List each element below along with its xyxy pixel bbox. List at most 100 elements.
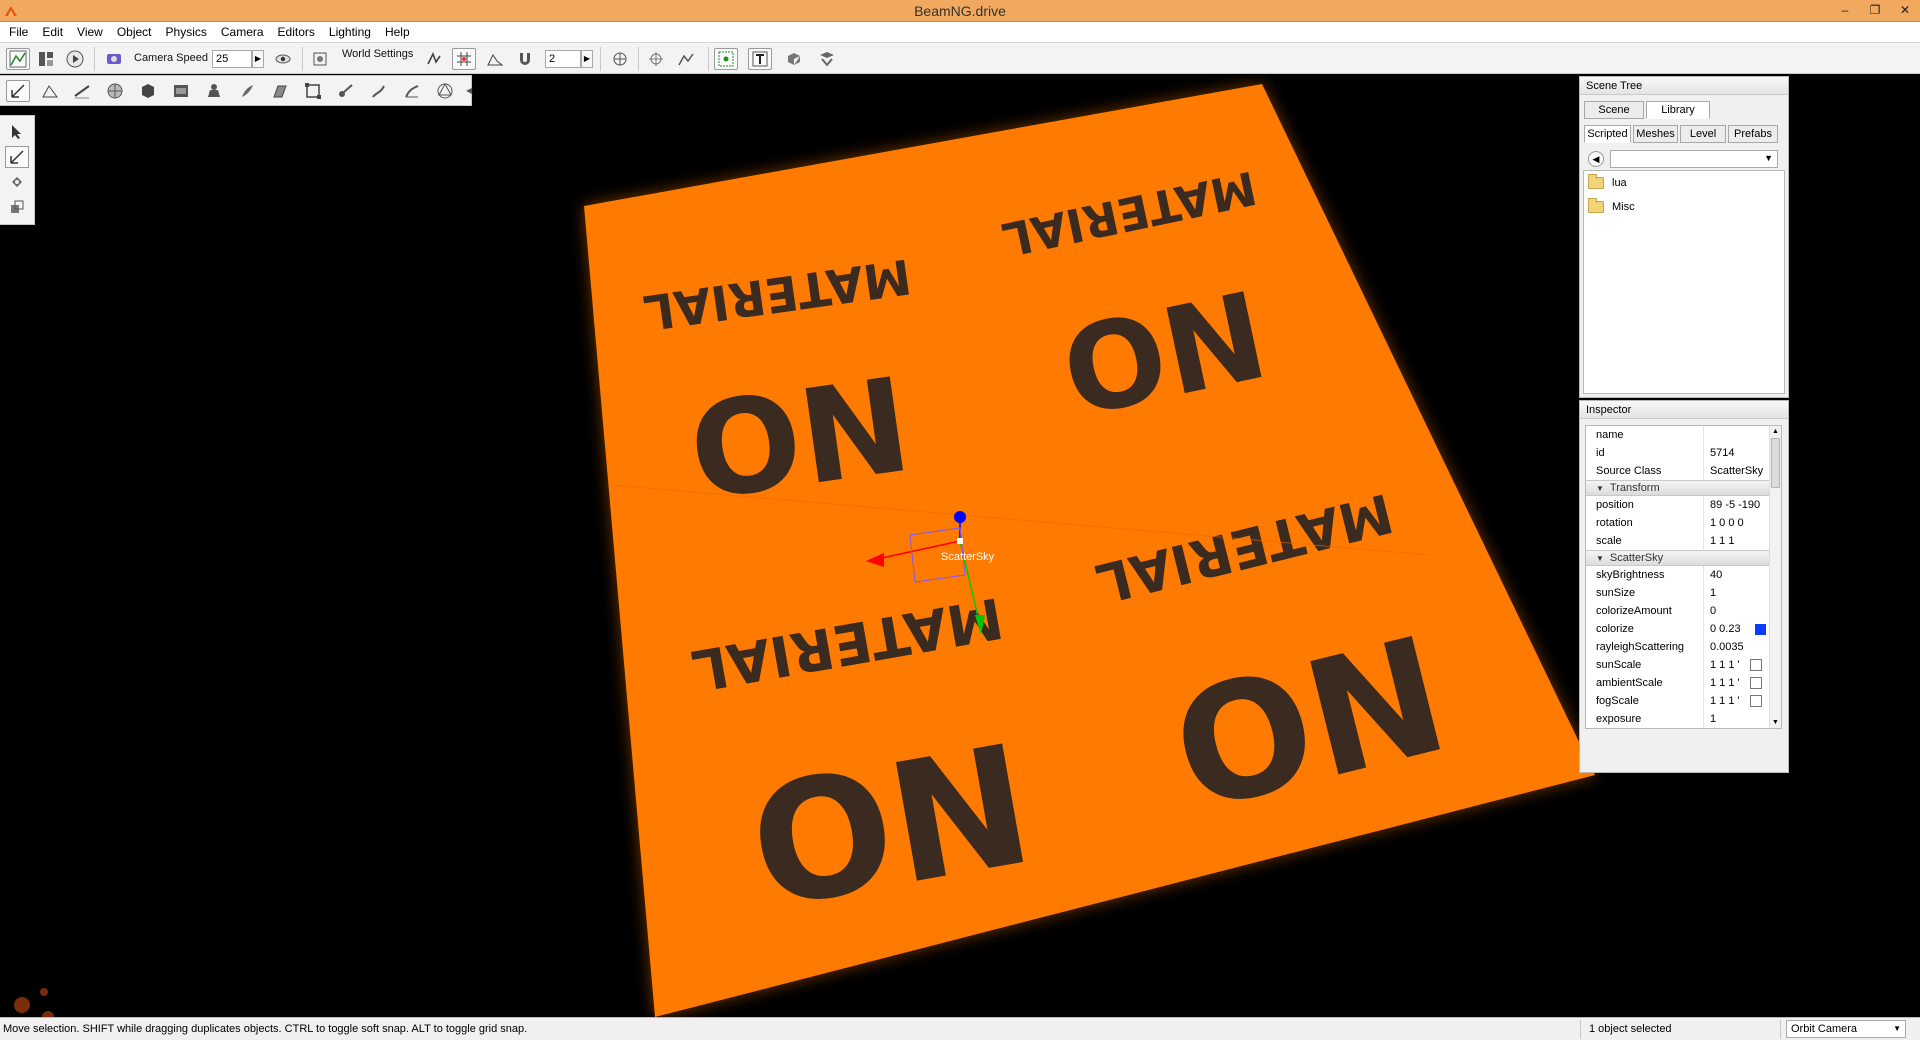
inspector-row[interactable]: ambientScale 1 1 1 ' bbox=[1586, 674, 1781, 692]
camera-mode-value: Orbit Camera bbox=[1791, 1023, 1858, 1035]
chevron-down-icon: ▼ bbox=[1764, 153, 1773, 163]
property-value[interactable]: 1 1 1 ' bbox=[1710, 692, 1740, 710]
camera-speed-arrow-icon[interactable]: ▶ bbox=[252, 50, 264, 68]
no-material-label-tl-bottom: NO bbox=[680, 344, 918, 525]
colorize-swatch[interactable] bbox=[1754, 623, 1766, 635]
status-bar: Move selection. SHIFT while dragging dup… bbox=[0, 1017, 1920, 1040]
gizmo-center[interactable] bbox=[957, 538, 963, 544]
library-path-dropdown[interactable]: ▼ bbox=[1610, 150, 1778, 168]
inspector-row[interactable]: rayleighScattering 0.0035 bbox=[1586, 638, 1781, 656]
inspector-row[interactable]: name bbox=[1586, 426, 1781, 444]
camera-icon[interactable] bbox=[102, 48, 126, 70]
subtab-prefabs[interactable]: Prefabs bbox=[1728, 125, 1778, 143]
inspector-scrollbar[interactable]: ▲ ▼ bbox=[1769, 426, 1781, 728]
subtab-level[interactable]: Level bbox=[1680, 125, 1726, 143]
property-value[interactable]: 0 0.23 bbox=[1710, 620, 1741, 638]
explode-prefab-icon[interactable] bbox=[815, 48, 839, 70]
scrollbar-thumb[interactable] bbox=[1771, 438, 1780, 488]
section-header-transform[interactable]: Transform bbox=[1586, 480, 1781, 496]
property-name: rotation bbox=[1586, 514, 1704, 532]
property-name: sunScale bbox=[1586, 656, 1704, 674]
menu-lighting[interactable]: Lighting bbox=[322, 22, 378, 42]
axis-indicator-icon bbox=[14, 988, 54, 1017]
inspector-title: Inspector bbox=[1580, 401, 1788, 419]
back-arrow-icon[interactable]: ◀ bbox=[1588, 151, 1604, 167]
color-picker-box[interactable] bbox=[1749, 677, 1762, 689]
camera-mode-select[interactable]: ▼ Orbit Camera bbox=[1786, 1020, 1906, 1038]
inspector-row[interactable]: id 5714 bbox=[1586, 444, 1781, 462]
list-item[interactable]: Misc bbox=[1584, 195, 1784, 219]
tab-library[interactable]: Library bbox=[1646, 101, 1710, 119]
inspector-row[interactable]: Source Class ScatterSky bbox=[1586, 462, 1781, 480]
inspector-row[interactable]: rotation 1 0 0 0 bbox=[1586, 514, 1781, 532]
inspector-row[interactable]: colorize 0 0.23 bbox=[1586, 620, 1781, 638]
object-transform-icon[interactable] bbox=[608, 48, 632, 70]
inspector-row[interactable]: scale 1 1 1 bbox=[1586, 532, 1781, 550]
property-value[interactable]: 1 1 1 ' bbox=[1710, 656, 1740, 674]
inspector-row[interactable]: position 89 -5 -190 bbox=[1586, 496, 1781, 514]
inspector-row[interactable]: colorizeAmount 0 bbox=[1586, 602, 1781, 620]
visibility-eye-icon[interactable] bbox=[271, 48, 295, 70]
scroll-up-icon[interactable]: ▲ bbox=[1770, 426, 1781, 437]
property-name: position bbox=[1586, 496, 1704, 514]
property-name: name bbox=[1586, 426, 1704, 444]
minimize-button[interactable]: – bbox=[1830, 0, 1860, 22]
gizmo-z-handle[interactable] bbox=[954, 511, 966, 523]
selection-box-icon[interactable] bbox=[714, 48, 738, 70]
folder-icon bbox=[1588, 174, 1604, 189]
menu-physics[interactable]: Physics bbox=[159, 22, 214, 42]
menu-file[interactable]: File bbox=[2, 22, 35, 42]
inspector-row[interactable]: sunSize 1 bbox=[1586, 584, 1781, 602]
selected-object-label: ScatterSky bbox=[941, 551, 995, 563]
section-header-scattersky[interactable]: ScatterSky bbox=[1586, 550, 1781, 566]
inspector-row[interactable]: skyBrightness 40 bbox=[1586, 566, 1781, 584]
scroll-down-icon[interactable]: ▼ bbox=[1770, 717, 1781, 728]
magnet-icon[interactable] bbox=[513, 48, 537, 70]
inspector-row[interactable]: sunScale 1 1 1 ' bbox=[1586, 656, 1781, 674]
subtab-meshes[interactable]: Meshes bbox=[1633, 125, 1678, 143]
prefab-icon[interactable] bbox=[782, 48, 806, 70]
list-item[interactable]: lua bbox=[1584, 171, 1784, 195]
list-item-label: lua bbox=[1612, 177, 1627, 189]
menu-view[interactable]: View bbox=[70, 22, 110, 42]
text-label-icon[interactable] bbox=[748, 48, 772, 70]
drop-at-icon[interactable] bbox=[644, 48, 668, 70]
terrain-snap-icon[interactable] bbox=[483, 48, 507, 70]
grid-size-input[interactable] bbox=[545, 50, 581, 68]
color-picker-box[interactable] bbox=[1749, 659, 1762, 671]
scene-tree-title: Scene Tree bbox=[1580, 77, 1788, 95]
inspector-row[interactable]: fogScale 1 1 1 ' bbox=[1586, 692, 1781, 710]
window-title: BeamNG.drive bbox=[914, 3, 1006, 19]
world-settings-icon[interactable] bbox=[308, 48, 332, 70]
scene-tree-panel: Scene Tree Scene Library Scripted Meshes… bbox=[1579, 76, 1789, 398]
camera-speed-input[interactable] bbox=[212, 50, 252, 68]
menu-camera[interactable]: Camera bbox=[214, 22, 271, 42]
menu-edit[interactable]: Edit bbox=[35, 22, 70, 42]
inspector-panel: Inspector name id 5714 Source Class Scatte… bbox=[1579, 400, 1789, 773]
menu-help[interactable]: Help bbox=[378, 22, 417, 42]
menu-editors[interactable]: Editors bbox=[271, 22, 322, 42]
window-titlebar: BeamNG.drive – ❐ ✕ bbox=[0, 0, 1920, 22]
property-name: Source Class bbox=[1586, 462, 1704, 480]
grid-snap-icon[interactable] bbox=[452, 48, 476, 70]
snap-icon[interactable] bbox=[422, 48, 446, 70]
folder-icon bbox=[1588, 198, 1604, 213]
world-editor-icon[interactable] bbox=[6, 48, 30, 70]
inspector-row[interactable]: exposure 1 bbox=[1586, 710, 1781, 728]
property-name: colorize bbox=[1586, 620, 1704, 638]
grid-size-arrow-icon[interactable]: ▶ bbox=[581, 50, 593, 68]
color-picker-box[interactable] bbox=[1749, 695, 1762, 707]
close-button[interactable]: ✕ bbox=[1890, 0, 1920, 22]
property-value[interactable]: 1 1 1 ' bbox=[1710, 674, 1740, 692]
property-name: skyBrightness bbox=[1586, 566, 1704, 584]
selection-count: 1 object selected bbox=[1589, 1023, 1672, 1035]
subtab-scripted[interactable]: Scripted bbox=[1584, 125, 1631, 143]
menu-object[interactable]: Object bbox=[110, 22, 159, 42]
drop-settings-icon[interactable] bbox=[674, 48, 698, 70]
property-name: rayleighScattering bbox=[1586, 638, 1704, 656]
play-icon[interactable] bbox=[63, 48, 87, 70]
tab-scene[interactable]: Scene bbox=[1584, 101, 1644, 119]
gui-editor-icon[interactable] bbox=[34, 48, 58, 70]
restore-button[interactable]: ❐ bbox=[1860, 0, 1890, 22]
world-settings-label[interactable]: World Settings bbox=[342, 48, 413, 60]
